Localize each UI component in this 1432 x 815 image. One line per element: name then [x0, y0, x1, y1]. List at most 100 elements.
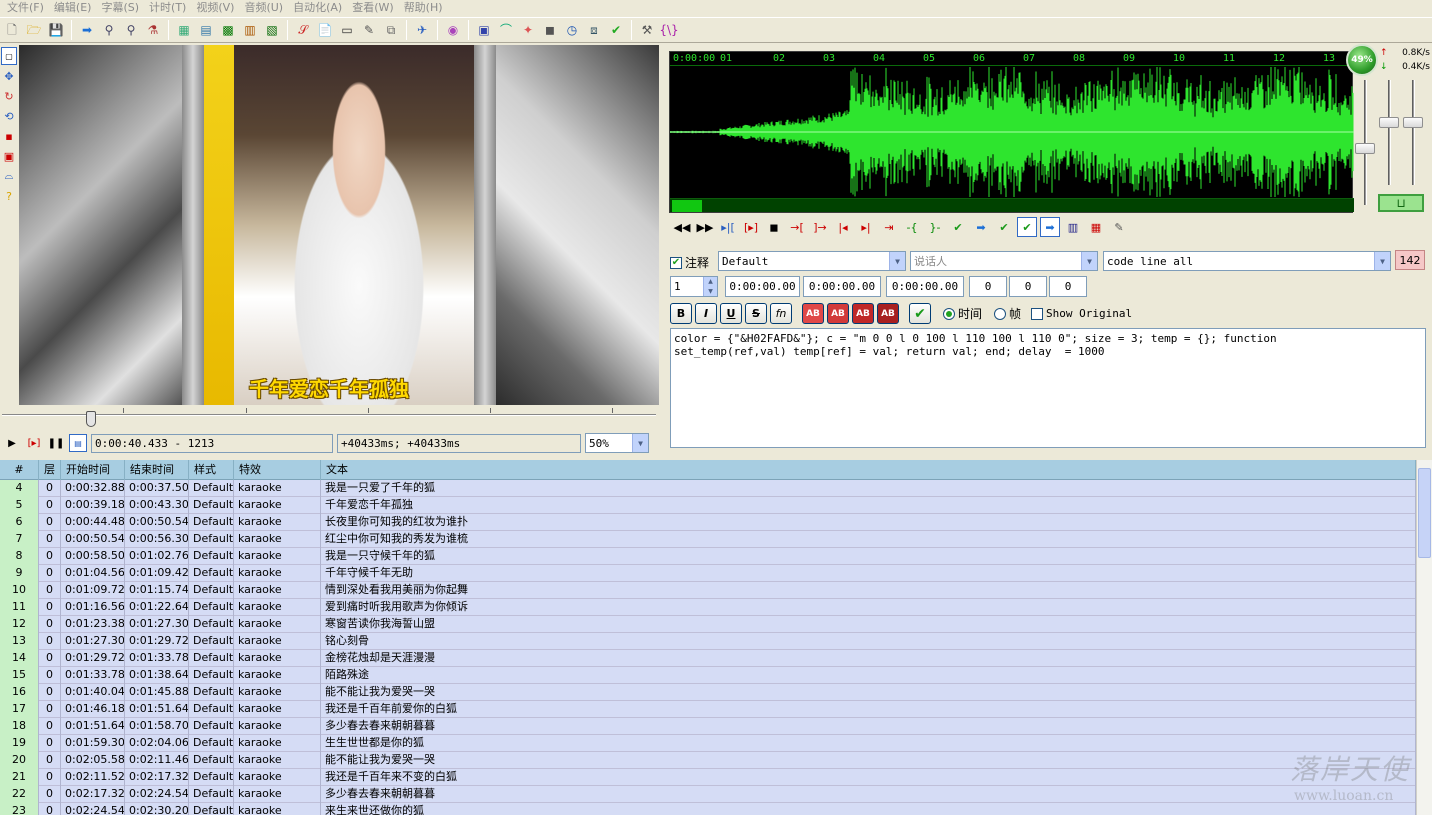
- auto-scroll-audio-icon[interactable]: ➡: [1040, 217, 1060, 237]
- standard-tool-icon[interactable]: ▢: [1, 47, 17, 65]
- open-folder-icon[interactable]: 🗁: [24, 20, 44, 40]
- auto-scroll-icon[interactable]: ▤: [69, 434, 87, 452]
- table-row[interactable]: 11 0 0:01:16.56 0:01:22.64 Default karaoke 爱到痛…: [0, 599, 1416, 616]
- start-time-field[interactable]: 0:00:00.00: [725, 276, 800, 297]
- header-start-time[interactable]: 开始时间: [61, 460, 125, 480]
- audio-vzoom-slider[interactable]: [1412, 80, 1415, 185]
- spin-down-icon[interactable]: ▼: [704, 287, 717, 297]
- check-lines-icon[interactable]: ✔: [606, 20, 626, 40]
- header-end-time[interactable]: 结束时间: [125, 460, 189, 480]
- video-time-display[interactable]: 0:00:40.433 - 1213: [91, 433, 333, 453]
- kanji-timer-icon[interactable]: ◉: [443, 20, 463, 40]
- layer-spinner[interactable]: 1 ▲ ▼: [670, 276, 718, 297]
- video-film-icon[interactable]: ▩: [218, 20, 238, 40]
- end-time-field[interactable]: 0:00:00.00: [803, 276, 881, 297]
- chevron-down-icon[interactable]: ▼: [1374, 252, 1390, 270]
- table-row[interactable]: 18 0 0:01:51.64 0:01:58.70 Default karaoke 多少春…: [0, 718, 1416, 735]
- grid-scroll-thumb[interactable]: [1418, 468, 1431, 558]
- menu-file[interactable]: 文件(F): [2, 0, 49, 16]
- shift-times-icon[interactable]: ⌒: [496, 20, 516, 40]
- comment-checkbox[interactable]: ✔ 注释: [670, 254, 709, 271]
- bold-button[interactable]: B: [670, 303, 692, 324]
- tools-hammer-icon[interactable]: ⚒: [637, 20, 657, 40]
- subtitle-text-editor[interactable]: color = {"&H02FAFD&"}; c = "m 0 0 l 0 10…: [670, 328, 1426, 448]
- table-row[interactable]: 9 0 0:01:04.56 0:01:09.42 Default karaoke 千年守候…: [0, 565, 1416, 582]
- script-info-icon[interactable]: 📄: [315, 20, 335, 40]
- video-offset-display[interactable]: +40433ms; +40433ms: [337, 433, 581, 453]
- audio-vzoom-thumb[interactable]: [1403, 117, 1423, 128]
- margin-right-field[interactable]: 0: [1009, 276, 1047, 297]
- header-text[interactable]: 文本: [321, 460, 1416, 480]
- stop-square-icon[interactable]: ◼: [540, 20, 560, 40]
- video-zoom-select[interactable]: 50% ▼: [585, 433, 649, 453]
- table-row[interactable]: 19 0 0:01:59.30 0:02:04.06 Default karaoke 生生世…: [0, 735, 1416, 752]
- select-lines-icon[interactable]: ▭: [337, 20, 357, 40]
- table-row[interactable]: 8 0 0:00:58.50 0:01:02.76 Default karaoke 我是一只…: [0, 548, 1416, 565]
- audio-volume-slider[interactable]: [1388, 80, 1391, 185]
- frame-radio[interactable]: 帧: [994, 305, 1021, 322]
- shadow-color-button[interactable]: AB: [877, 303, 899, 324]
- table-row[interactable]: 5 0 0:00:39.18 0:00:43.30 Default karaoke 千年爱恋…: [0, 497, 1416, 514]
- auto-commit-icon[interactable]: ✔: [994, 217, 1014, 237]
- karaoke-mode-icon[interactable]: ▦: [1086, 217, 1106, 237]
- rotate-z-tool-icon[interactable]: ↻: [1, 87, 17, 105]
- spell-check-icon[interactable]: ✎: [359, 20, 379, 40]
- go-to-icon[interactable]: ➡: [971, 217, 991, 237]
- play-line-icon[interactable]: [▸]: [25, 434, 43, 452]
- translation-icon[interactable]: ⧉: [381, 20, 401, 40]
- audio-waveform[interactable]: [670, 67, 1354, 197]
- new-file-icon[interactable]: 🗋: [2, 20, 22, 40]
- menu-automation[interactable]: 自动化(A): [288, 0, 347, 16]
- video-seek-bar[interactable]: [0, 406, 660, 428]
- fonts-collector-icon[interactable]: ✦: [518, 20, 538, 40]
- margin-vertical-field[interactable]: 0: [1049, 276, 1087, 297]
- rotate-xy-tool-icon[interactable]: ⟲: [1, 107, 17, 125]
- vector-clip-tool-icon[interactable]: ⌓: [1, 167, 17, 185]
- resample-icon[interactable]: ▣: [474, 20, 494, 40]
- play-before-end-icon[interactable]: |◂: [833, 217, 853, 237]
- play-icon[interactable]: ▶: [3, 434, 21, 452]
- table-row[interactable]: 22 0 0:02:17.32 0:02:24.54 Default karaoke 多少春…: [0, 786, 1416, 803]
- pause-icon[interactable]: ❚❚: [47, 434, 65, 452]
- secondary-color-button[interactable]: AB: [827, 303, 849, 324]
- menu-audio[interactable]: 音频(U): [239, 0, 288, 16]
- outline-color-button[interactable]: AB: [852, 303, 874, 324]
- layer-value[interactable]: 1: [671, 277, 703, 296]
- effect-select[interactable]: code line all ▼: [1103, 251, 1391, 271]
- spin-arrows[interactable]: ▲ ▼: [703, 277, 717, 296]
- table-row[interactable]: 23 0 0:02:24.54 0:02:30.20 Default karaoke 来生来…: [0, 803, 1416, 815]
- play-after-end-icon[interactable]: ▸|: [856, 217, 876, 237]
- spectrum-icon[interactable]: ▥: [1063, 217, 1083, 237]
- underline-button[interactable]: U: [720, 303, 742, 324]
- style-select[interactable]: Default ▼: [718, 251, 906, 271]
- move-tool-icon[interactable]: ✥: [1, 67, 17, 85]
- subtitle-grid[interactable]: # 层 开始时间 结束时间 样式 特效 文本 4 0 0:00:32.88 0:00:…: [0, 460, 1432, 815]
- auto-next-icon[interactable]: ✔: [1017, 217, 1037, 237]
- italic-button[interactable]: I: [695, 303, 717, 324]
- table-row[interactable]: 7 0 0:00:50.54 0:00:56.30 Default karaoke 红尘中你…: [0, 531, 1416, 548]
- header-effect[interactable]: 特效: [234, 460, 321, 480]
- automation-icon[interactable]: 𝒮: [293, 20, 313, 40]
- seek-thumb[interactable]: [85, 411, 96, 427]
- table-row[interactable]: 17 0 0:01:46.18 0:01:51.64 Default karaoke 我还是…: [0, 701, 1416, 718]
- audio-overview-selection[interactable]: [672, 200, 702, 212]
- table-row[interactable]: 12 0 0:01:23.38 0:01:27.30 Default karaoke 寒窗苦…: [0, 616, 1416, 633]
- time-radio[interactable]: 时间: [943, 305, 982, 322]
- menu-timing[interactable]: 计时(T): [144, 0, 191, 16]
- table-row[interactable]: 6 0 0:00:44.48 0:00:50.54 Default karaoke 长夜里你…: [0, 514, 1416, 531]
- audio-overview-bar[interactable]: [670, 198, 1354, 212]
- table-row[interactable]: 14 0 0:01:29.72 0:01:33.78 Default karaoke 金榜花…: [0, 650, 1416, 667]
- film-strip-icon[interactable]: ▥: [240, 20, 260, 40]
- audio-link-toggle[interactable]: ⊔: [1378, 194, 1424, 212]
- play-selection-icon[interactable]: ▸|[: [718, 217, 738, 237]
- snap-icon[interactable]: ⧈: [584, 20, 604, 40]
- seek-track[interactable]: [2, 414, 656, 416]
- table-row[interactable]: 15 0 0:01:33.78 0:01:38.64 Default karaoke 陌路殊…: [0, 667, 1416, 684]
- find-icon[interactable]: ⚲: [99, 20, 119, 40]
- menu-view[interactable]: 查看(W): [347, 0, 398, 16]
- chevron-down-icon[interactable]: ▼: [1081, 252, 1097, 270]
- margin-left-field[interactable]: 0: [969, 276, 1007, 297]
- show-original-checkbox[interactable]: Show Original: [1031, 307, 1132, 320]
- help-icon[interactable]: ?: [1, 187, 17, 205]
- audio-display[interactable]: 0:00:00 01 02 03 04 05 06 07 08 09 10 11 12 13: [669, 51, 1354, 213]
